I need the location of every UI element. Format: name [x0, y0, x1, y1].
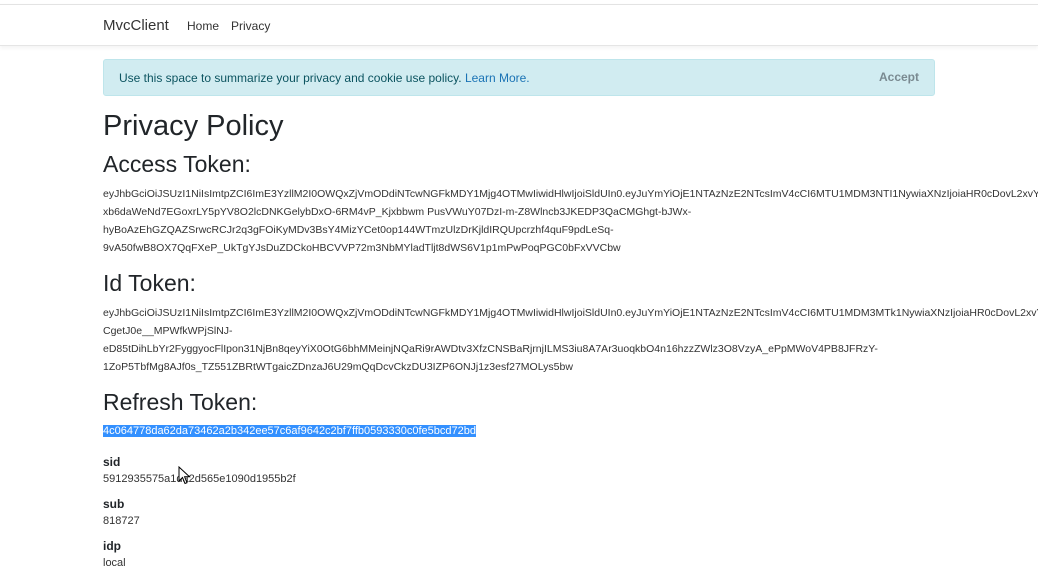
brand-link[interactable]: MvcClient: [103, 17, 169, 34]
selected-text[interactable]: 4c064778da62da73462a2b342ee57c6af9642c2b…: [103, 425, 476, 437]
cookie-consent-alert: Use this space to summarize your privacy…: [103, 59, 935, 96]
claim-value-sid: 5912935575a1da2d565e1090d1955b2f: [103, 473, 296, 485]
nav-privacy-link[interactable]: Privacy: [231, 19, 270, 33]
id-token-line: eyJhbGciOiJSUzI1NiIsImtpZCI6ImE3YzllM2I0…: [103, 307, 1038, 319]
id-token-heading: Id Token:: [103, 270, 196, 296]
access-token-line: 9vA50fwB8OX7QqFXeP_UkTgYJsDuZDCkoHBCVVP7…: [103, 242, 621, 254]
refresh-token-value[interactable]: 4c064778da62da73462a2b342ee57c6af9642c2b…: [103, 423, 476, 439]
access-token-value: eyJhbGciOiJSUzI1NiIsImtpZCI6ImE3YzllM2I0…: [103, 185, 1038, 257]
claim-value-sub: 818727: [103, 515, 140, 527]
cookie-consent-text: Use this space to summarize your privacy…: [119, 71, 530, 85]
claim-name-sub: sub: [103, 497, 125, 511]
id-token-line: 1ZoP5TbfMg8AJf0s_TZ551ZBRtWTgaicZDnzaJ6U…: [103, 361, 573, 373]
mouse-pointer-icon: [178, 466, 191, 485]
page-title: Privacy Policy: [103, 110, 284, 142]
cookie-consent-message: Use this space to summarize your privacy…: [119, 71, 462, 85]
access-token-heading: Access Token:: [103, 151, 251, 177]
access-token-line: xb6daWeNd7EGoxrLY5pYV8O2lcDNKGelybDxO-6R…: [103, 206, 692, 218]
refresh-token-heading: Refresh Token:: [103, 389, 258, 415]
id-token-value: eyJhbGciOiJSUzI1NiIsImtpZCI6ImE3YzllM2I0…: [103, 304, 1038, 376]
access-token-line: eyJhbGciOiJSUzI1NiIsImtpZCI6ImE3YzllM2I0…: [103, 188, 1038, 200]
accept-button[interactable]: Accept: [879, 70, 919, 84]
access-token-line: hyBoAzEhGZQAZSrwcRCJr2q3gFOiKyMDv3BsY4Mi…: [103, 224, 614, 236]
id-token-line: CgetJ0e__MPWfkWPjSlNJ-: [103, 325, 233, 337]
learn-more-link[interactable]: Learn More.: [465, 71, 530, 85]
top-navbar: MvcClient Home Privacy: [0, 4, 1038, 46]
claim-name-sid: sid: [103, 455, 121, 469]
claim-value-idp: local: [103, 557, 126, 569]
claim-name-idp: idp: [103, 539, 121, 553]
id-token-line: eD85tDihLbYr2FyggyocFlIpon31NjBn8qeyYiX0…: [103, 343, 878, 355]
nav-home-link[interactable]: Home: [187, 19, 219, 33]
